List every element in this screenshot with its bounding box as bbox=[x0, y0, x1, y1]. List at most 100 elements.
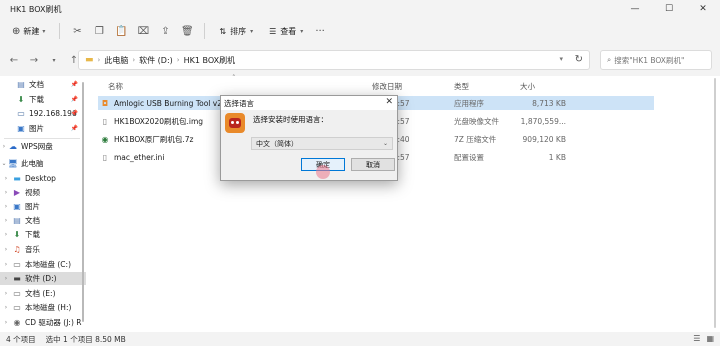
column-header-name-label: 名称 bbox=[108, 81, 123, 91]
file-size: 1 KB bbox=[548, 152, 566, 162]
close-button[interactable]: ✕ bbox=[686, 0, 720, 18]
chevron-right-icon[interactable]: › bbox=[0, 217, 12, 224]
share-button[interactable]: ⇪ bbox=[154, 21, 176, 41]
chevron-right-icon[interactable]: › bbox=[0, 246, 12, 253]
view-button[interactable]: ☰ 查看 ▾ bbox=[261, 21, 311, 41]
back-button[interactable]: ← bbox=[4, 50, 24, 70]
forward-button[interactable]: → bbox=[24, 50, 44, 70]
search-box[interactable]: ⌕ 搜索"HK1 BOX刷机" bbox=[600, 50, 712, 70]
picture-icon: ▣ bbox=[17, 124, 25, 133]
sidebar-item-drive-h[interactable]: › ▭ 本地磁盘 (H:) bbox=[0, 301, 86, 314]
sidebar-item-wps-cloud[interactable]: › ☁ WPS网盘 bbox=[0, 140, 86, 153]
sort-button[interactable]: ⇅ 排序 ▾ bbox=[211, 21, 261, 41]
sidebar-item-label: 文档 bbox=[29, 80, 44, 89]
sort-label: 排序 bbox=[230, 26, 247, 36]
sidebar-item-downloads-pc[interactable]: › ⬇ 下载 bbox=[0, 228, 86, 241]
sidebar-item-network-share[interactable]: ▭ 192.168.196 📌 bbox=[0, 107, 86, 120]
tiles-view-icon[interactable]: ▦ bbox=[706, 334, 714, 343]
cd-drive-icon: ◉ bbox=[13, 318, 21, 327]
refresh-icon[interactable]: ↻ bbox=[575, 54, 583, 65]
column-header-type[interactable]: 类型 bbox=[454, 79, 469, 93]
paste-button[interactable]: 📋 bbox=[110, 21, 132, 41]
download-icon: ⬇ bbox=[13, 230, 21, 239]
file-size: 8,713 KB bbox=[532, 98, 566, 108]
sidebar-item-cd-drive[interactable]: › ◉ CD 驱动器 (J:) R bbox=[0, 316, 86, 329]
sidebar-item-drive-e[interactable]: › ▭ 文档 (E:) bbox=[0, 287, 86, 300]
cut-button[interactable]: ✂ bbox=[66, 21, 88, 41]
view-icon: ☰ bbox=[269, 26, 277, 36]
delete-button[interactable]: 🗑 bbox=[176, 21, 198, 41]
sidebar-item-this-pc[interactable]: ⌄ 🖥 此电脑 bbox=[0, 157, 86, 170]
share-icon: ⇪ bbox=[161, 25, 170, 37]
chevron-right-icon[interactable]: › bbox=[0, 261, 12, 268]
status-bar: 4 个项目 选中 1 个项目 8.50 MB ☰ ▦ bbox=[0, 332, 720, 346]
sidebar-item-pictures-pc[interactable]: › ▣ 图片 bbox=[0, 200, 86, 213]
sidebar-item-label: 下载 bbox=[29, 95, 44, 104]
arrow-left-icon: ← bbox=[9, 54, 19, 66]
chevron-right-icon[interactable]: › bbox=[0, 290, 12, 297]
chevron-right-icon[interactable]: › bbox=[0, 175, 12, 182]
sidebar-item-documents[interactable]: ▤ 文档 📌 bbox=[0, 78, 86, 91]
sidebar-item-label: 图片 bbox=[29, 124, 44, 133]
chevron-right-icon[interactable]: › bbox=[0, 231, 12, 238]
rename-icon: ⌧ bbox=[137, 25, 150, 37]
column-header-type-label: 类型 bbox=[454, 81, 469, 91]
chevron-right-icon[interactable]: › bbox=[0, 203, 12, 210]
app-icon: ◘ bbox=[101, 98, 109, 108]
chevron-down-icon: ▾ bbox=[42, 27, 46, 35]
recent-locations-button[interactable]: ▾ bbox=[44, 50, 64, 70]
chevron-right-icon[interactable]: › bbox=[0, 275, 12, 282]
chevron-right-icon: › bbox=[176, 56, 180, 64]
file-name: mac_ether.ini bbox=[114, 152, 165, 162]
cancel-button[interactable]: 取消 bbox=[351, 158, 395, 171]
address-bar[interactable]: ▬ › 此电脑 › 软件 (D:) › HK1 BOX刷机 ▾ ↻ bbox=[78, 50, 590, 70]
sidebar-item-videos[interactable]: › ▶ 视频 bbox=[0, 186, 86, 199]
rename-button[interactable]: ⌧ bbox=[132, 21, 154, 41]
breadcrumb-this-pc[interactable]: 此电脑 bbox=[104, 55, 128, 66]
sidebar-item-label: 视频 bbox=[25, 188, 40, 197]
sidebar-item-pictures[interactable]: ▣ 图片 📌 bbox=[0, 122, 86, 135]
dialog-close-button[interactable]: ✕ bbox=[385, 97, 393, 107]
sidebar-item-drive-d[interactable]: › ▬ 软件 (D:) bbox=[0, 272, 86, 285]
column-header-modified[interactable]: 修改日期 bbox=[372, 79, 402, 93]
new-button[interactable]: ⊕ 新建 ▾ bbox=[8, 21, 53, 41]
column-header-size[interactable]: 大小 bbox=[520, 79, 535, 93]
breadcrumb-current-folder[interactable]: HK1 BOX刷机 bbox=[184, 55, 236, 66]
clipboard-icon: 📋 bbox=[115, 25, 128, 37]
chevron-down-icon[interactable]: ⌄ bbox=[0, 160, 8, 167]
maximize-button[interactable]: ☐ bbox=[652, 0, 686, 18]
details-view-icon[interactable]: ☰ bbox=[693, 334, 700, 343]
document-icon: ▤ bbox=[13, 216, 21, 225]
sidebar-divider bbox=[4, 138, 80, 139]
address-history-dropdown[interactable]: ▾ bbox=[559, 55, 563, 63]
chevron-down-icon: ⌄ bbox=[382, 140, 388, 147]
chevron-right-icon[interactable]: › bbox=[0, 319, 12, 326]
sidebar-item-documents-pc[interactable]: › ▤ 文档 bbox=[0, 214, 86, 227]
sidebar-item-drive-c[interactable]: › ▭ 本地磁盘 (C:) bbox=[0, 258, 86, 271]
click-indicator bbox=[316, 165, 330, 179]
toolbar-divider bbox=[59, 23, 61, 39]
sidebar-scrollbar[interactable] bbox=[82, 82, 84, 322]
language-select-value: 中文（简体） bbox=[256, 139, 298, 148]
column-header-name[interactable]: 名称 bbox=[108, 79, 123, 93]
copy-button[interactable]: ❐ bbox=[88, 21, 110, 41]
file-size: 1,870,559... bbox=[520, 116, 566, 126]
sidebar-item-desktop[interactable]: › ▬ Desktop bbox=[0, 172, 86, 185]
chevron-right-icon[interactable]: › bbox=[0, 143, 8, 150]
computer-icon: 🖥 bbox=[7, 159, 19, 168]
sidebar-item-label: WPS网盘 bbox=[21, 142, 53, 151]
chevron-right-icon[interactable]: › bbox=[0, 189, 12, 196]
view-label: 查看 bbox=[280, 26, 297, 36]
sidebar-item-downloads[interactable]: ⬇ 下载 📌 bbox=[0, 93, 86, 106]
language-select[interactable]: 中文（简体） ⌄ bbox=[251, 137, 393, 150]
sidebar-item-music[interactable]: › ♫ 音乐 bbox=[0, 243, 86, 256]
breadcrumb-drive-d[interactable]: 软件 (D:) bbox=[139, 55, 173, 66]
minimize-button[interactable]: — bbox=[618, 0, 652, 18]
more-options-button[interactable]: ··· bbox=[315, 26, 325, 37]
chevron-right-icon[interactable]: › bbox=[0, 304, 12, 311]
sidebar-item-label: 文档 (E:) bbox=[25, 289, 56, 298]
app-logo-icon bbox=[225, 113, 245, 133]
file-list-scrollbar[interactable] bbox=[714, 78, 716, 328]
sidebar-item-label: 本地磁盘 (H:) bbox=[25, 303, 72, 312]
sidebar-item-label: 文档 bbox=[25, 216, 40, 225]
